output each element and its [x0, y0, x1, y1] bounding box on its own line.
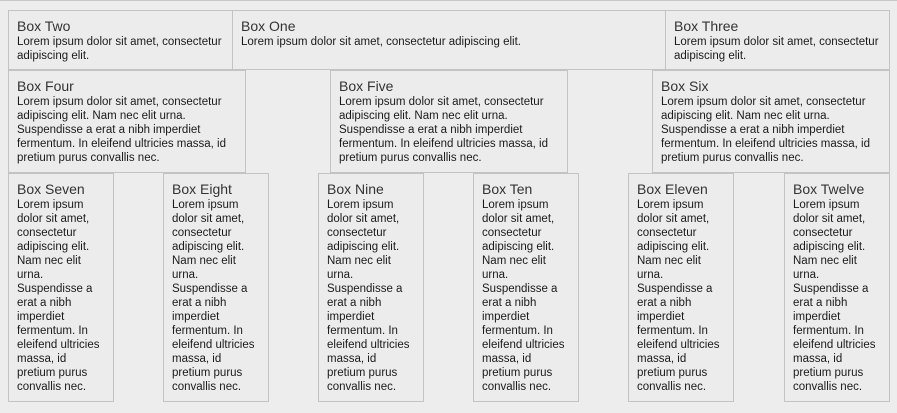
box-text: Lorem ipsum dolor sit amet, consectetur … — [674, 36, 879, 62]
box-five: Box Five Lorem ipsum dolor sit amet, con… — [330, 70, 568, 173]
box-title: Box Eight — [172, 181, 232, 197]
box-title: Box Nine — [327, 181, 384, 197]
box-text: Lorem ipsum dolor sit amet, consectetur … — [17, 96, 227, 164]
box-three: Box Three Lorem ipsum dolor sit amet, co… — [665, 10, 890, 70]
box-title: Box Three — [674, 18, 739, 34]
box-ten: Box Ten Lorem ipsum dolor sit amet, cons… — [473, 173, 579, 402]
box-text: Lorem ipsum dolor sit amet, consectetur … — [327, 199, 410, 393]
box-eleven: Box Eleven Lorem ipsum dolor sit amet, c… — [628, 173, 734, 402]
box-text: Lorem ipsum dolor sit amet, consectetur … — [661, 96, 871, 164]
box-title: Box Seven — [17, 181, 85, 197]
box-text: Lorem ipsum dolor sit amet, consectetur … — [172, 199, 255, 393]
box-text: Lorem ipsum dolor sit amet, consectetur … — [339, 96, 549, 164]
box-nine: Box Nine Lorem ipsum dolor sit amet, con… — [318, 173, 424, 402]
box-text: Lorem ipsum dolor sit amet, consectetur … — [241, 36, 521, 48]
box-twelve: Box Twelve Lorem ipsum dolor sit amet, c… — [784, 173, 890, 402]
box-one: Box One Lorem ipsum dolor sit amet, cons… — [232, 10, 666, 70]
box-title: Box Ten — [482, 181, 533, 197]
box-seven: Box Seven Lorem ipsum dolor sit amet, co… — [8, 173, 114, 402]
top-divider — [0, 0, 897, 1]
box-text: Lorem ipsum dolor sit amet, consectetur … — [17, 36, 222, 62]
box-text: Lorem ipsum dolor sit amet, consectetur … — [637, 199, 720, 393]
box-eight: Box Eight Lorem ipsum dolor sit amet, co… — [163, 173, 269, 402]
box-title: Box Six — [661, 78, 709, 94]
box-title: Box Five — [339, 78, 394, 94]
box-title: Box Four — [17, 78, 74, 94]
box-title: Box One — [241, 18, 296, 34]
box-title: Box Twelve — [793, 181, 865, 197]
box-six: Box Six Lorem ipsum dolor sit amet, cons… — [652, 70, 890, 173]
box-title: Box Eleven — [637, 181, 708, 197]
box-four: Box Four Lorem ipsum dolor sit amet, con… — [8, 70, 246, 173]
box-text: Lorem ipsum dolor sit amet, consectetur … — [482, 199, 565, 393]
box-text: Lorem ipsum dolor sit amet, consectetur … — [793, 199, 876, 393]
box-two: Box Two Lorem ipsum dolor sit amet, cons… — [8, 10, 233, 70]
box-text: Lorem ipsum dolor sit amet, consectetur … — [17, 199, 100, 393]
box-title: Box Two — [17, 18, 71, 34]
